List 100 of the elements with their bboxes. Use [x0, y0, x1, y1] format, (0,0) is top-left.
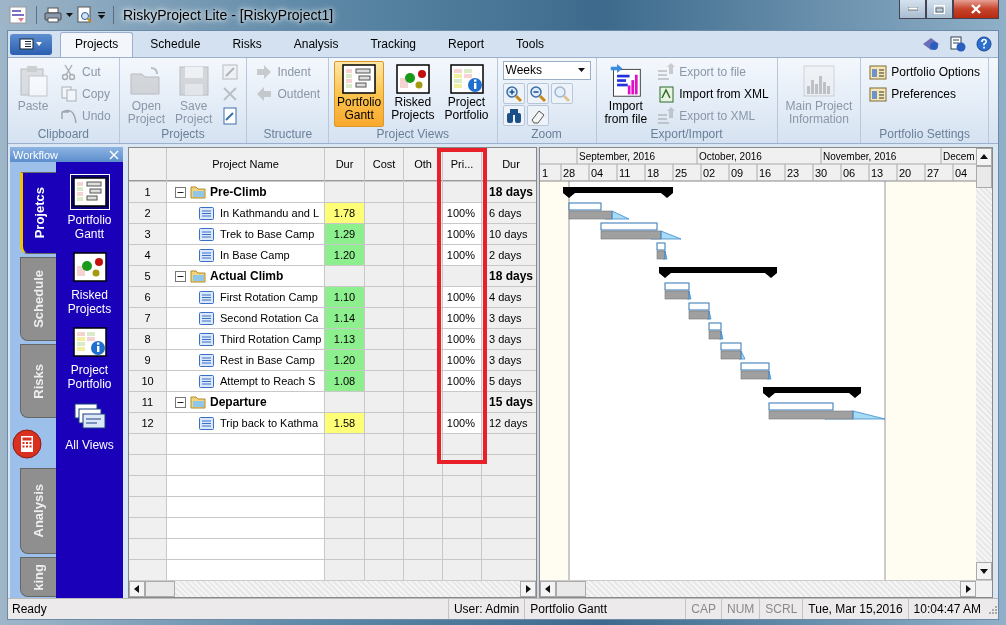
ribbon-button[interactable]: Import from file [601, 60, 651, 127]
view-shortcut[interactable]: Risked Projects [57, 249, 122, 317]
resize-grip-icon[interactable] [986, 603, 998, 616]
scroll-left-icon[interactable] [129, 581, 145, 598]
scroll-thumb[interactable] [976, 166, 992, 189]
ribbon-tab[interactable]: Report [433, 31, 500, 57]
ribbon-tab[interactable]: Schedule [135, 31, 216, 57]
print-button[interactable] [44, 7, 62, 23]
scroll-right-icon[interactable] [520, 581, 536, 598]
icon-button[interactable] [526, 105, 549, 127]
book-help-icon[interactable] [922, 35, 940, 52]
app-icon[interactable] [9, 6, 27, 24]
collapse-icon[interactable] [175, 396, 186, 408]
ribbon-tab[interactable]: Tools [501, 31, 560, 57]
icon-button[interactable] [502, 83, 525, 105]
risk-bar[interactable] [656, 250, 668, 260]
side-tab[interactable]: Projetcs [20, 172, 56, 255]
column-header[interactable]: Dur [482, 148, 536, 182]
risk-bar[interactable] [708, 330, 724, 340]
planned-bar[interactable] [664, 282, 690, 291]
zoom-dropdown[interactable]: Weeks [502, 60, 591, 80]
print-preview-button[interactable] [77, 6, 93, 24]
month-label: October, 2016 [699, 151, 762, 163]
ribbon-button[interactable]: Portfolio Options [866, 60, 983, 83]
icon-button[interactable] [502, 105, 525, 127]
ribbon-tab[interactable]: Analysis [278, 31, 354, 57]
planned-bar[interactable] [568, 202, 602, 211]
info-table-icon [449, 63, 484, 94]
summary-name: Actual Climb [210, 269, 284, 284]
planned-bar[interactable] [740, 362, 770, 371]
task-icon [199, 374, 214, 388]
collapse-icon[interactable] [175, 186, 186, 198]
table-cell: 100% [443, 413, 481, 434]
risk-bar[interactable] [720, 350, 746, 360]
column-header[interactable]: Project Name [167, 148, 324, 182]
ribbon-button[interactable]: Risked Projects [388, 60, 438, 127]
risk-bar[interactable] [768, 410, 886, 420]
scroll-left-icon[interactable] [540, 581, 556, 598]
column-header[interactable] [129, 148, 166, 182]
risk-bar[interactable] [740, 370, 772, 380]
risk-bar[interactable] [664, 290, 692, 300]
horizontal-scrollbar[interactable] [540, 580, 992, 598]
customize-caret-icon[interactable] [97, 10, 106, 20]
table-cell: 100% [443, 350, 481, 371]
maximize-button[interactable] [926, 0, 953, 19]
document-help-icon[interactable] [950, 35, 966, 52]
view-shortcut[interactable]: Portfolio Gantt [57, 174, 122, 242]
help-icon[interactable] [976, 35, 992, 52]
summary-bar[interactable] [659, 267, 777, 279]
application-menu-button[interactable] [10, 33, 52, 55]
table-cell: 100% [443, 371, 481, 392]
info-table-icon [72, 327, 107, 358]
ribbon-button[interactable]: Import from XML [654, 82, 772, 105]
week-label: 04 [955, 167, 968, 180]
ribbon-button[interactable]: Preferences [866, 82, 983, 105]
ribbon-tab[interactable]: Risks [217, 31, 277, 57]
risk-bar[interactable] [600, 230, 682, 240]
key-indicator: NUM [721, 599, 760, 619]
planned-bar[interactable] [720, 342, 742, 351]
summary-bar[interactable] [563, 187, 673, 199]
summary-bar[interactable] [763, 387, 861, 399]
ribbon-button[interactable]: Portfolio Gantt [334, 60, 385, 127]
caret-icon [577, 68, 585, 73]
column-header[interactable]: Dur [325, 148, 364, 182]
risk-bar[interactable] [568, 210, 630, 220]
ribbon-button[interactable]: Project Portfolio [441, 60, 492, 127]
row-number: 11 [129, 392, 166, 413]
task-icon [199, 332, 214, 346]
risk-bar[interactable] [688, 310, 712, 320]
scroll-up-icon[interactable] [976, 148, 992, 167]
view-shortcut[interactable]: All Views [57, 399, 122, 453]
scroll-right-icon[interactable] [960, 581, 976, 598]
vertical-scrollbar[interactable] [976, 148, 992, 581]
chart-edit-icon [221, 62, 240, 81]
scroll-down-icon[interactable] [976, 562, 992, 581]
document-icon [221, 106, 240, 125]
scroll-thumb[interactable] [556, 581, 586, 598]
close-button[interactable] [953, 0, 999, 19]
view-shortcut[interactable]: Project Portfolio [57, 324, 122, 392]
status-message: Ready [11, 602, 48, 617]
table-cell: 1.20 [325, 350, 364, 371]
ribbon-tab[interactable]: Projects [60, 31, 134, 57]
minimize-button[interactable] [899, 0, 926, 19]
week-label: 02 [703, 167, 716, 180]
collapse-icon[interactable] [175, 270, 186, 282]
ribbon-tab[interactable]: Tracking [355, 31, 431, 57]
column-header[interactable]: Cost [365, 148, 403, 182]
preferences-icon [869, 84, 888, 103]
planned-bar[interactable] [600, 222, 658, 231]
planned-bar[interactable] [688, 302, 710, 311]
planned-bar[interactable] [656, 242, 666, 251]
icon-button[interactable] [526, 83, 549, 105]
scroll-thumb[interactable] [145, 581, 175, 598]
horizontal-scrollbar[interactable] [129, 580, 536, 598]
calculator-icon[interactable] [12, 429, 42, 460]
planned-bar[interactable] [708, 322, 722, 331]
task-name: In Kathmandu and L [220, 207, 320, 220]
group-label: Portfolio Settings [878, 126, 971, 143]
close-icon[interactable] [109, 149, 119, 160]
caret-icon[interactable] [66, 12, 73, 18]
